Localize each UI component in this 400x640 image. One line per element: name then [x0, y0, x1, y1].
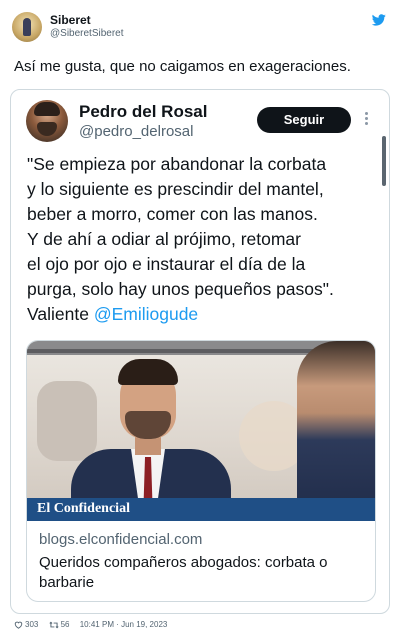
link-preview-card[interactable]: El Confidencial blogs.elconfidencial.com… — [26, 340, 376, 602]
quoted-author-name[interactable]: Pedro del Rosal — [79, 102, 207, 122]
tweet-text: Así me gusta, que no caigamos en exagera… — [14, 58, 351, 75]
tweet-footer: 303 56 10:41 PM · Jun 19, 2023 — [14, 620, 175, 629]
mention-link[interactable]: @Emiliogude — [94, 304, 198, 324]
retweet-stat[interactable]: 56 — [49, 620, 70, 629]
retweet-count: 56 — [60, 620, 70, 629]
quoted-text-last-line: Valiente @Emiliogude — [27, 302, 379, 327]
retweet-icon — [49, 621, 59, 629]
scrollbar[interactable] — [382, 136, 386, 186]
quoted-text-line: el ojo por ojo e instaurar el día de la — [27, 254, 306, 274]
quoted-text-line: y lo siguiente es prescindir del mantel, — [27, 179, 324, 199]
heart-icon — [14, 621, 23, 629]
more-vertical-icon[interactable] — [363, 112, 369, 128]
tweet-header: Siberet @SiberetSiberet — [12, 10, 388, 46]
source-banner-text: El Confidencial — [37, 501, 130, 516]
quoted-text-line: "Se empieza por abandonar la corbata — [27, 154, 327, 174]
like-stat[interactable]: 303 — [14, 620, 38, 629]
quoted-avatar[interactable] — [26, 100, 68, 142]
quoted-tweet-card[interactable]: Pedro del Rosal @pedro_delrosal Seguir "… — [10, 89, 390, 614]
author-handle[interactable]: @SiberetSiberet — [50, 28, 124, 39]
quoted-text-line: purga, solo hay unos pequeños pasos". — [27, 279, 334, 299]
quoted-text: "Se empieza por abandonar la corbata y l… — [27, 152, 379, 327]
timestamp[interactable]: 10:41 PM · Jun 19, 2023 — [80, 620, 168, 629]
link-title: Queridos compañeros abogados: corbata o … — [39, 554, 328, 591]
follow-button[interactable]: Seguir — [257, 107, 351, 133]
quoted-text-prefix: Valiente — [27, 304, 94, 324]
quoted-text-line: beber a morro, comer con las manos. — [27, 204, 318, 224]
twitter-bird-icon[interactable] — [372, 14, 386, 26]
quoted-author-handle[interactable]: @pedro_delrosal — [79, 123, 193, 140]
author-name[interactable]: Siberet — [50, 13, 91, 27]
like-count: 303 — [25, 620, 39, 629]
avatar[interactable] — [12, 12, 42, 42]
link-domain: blogs.elconfidencial.com — [39, 531, 203, 548]
quoted-text-line: Y de ahí a odiar al prójimo, retomar — [27, 229, 301, 249]
link-preview-image[interactable]: El Confidencial — [27, 341, 375, 521]
